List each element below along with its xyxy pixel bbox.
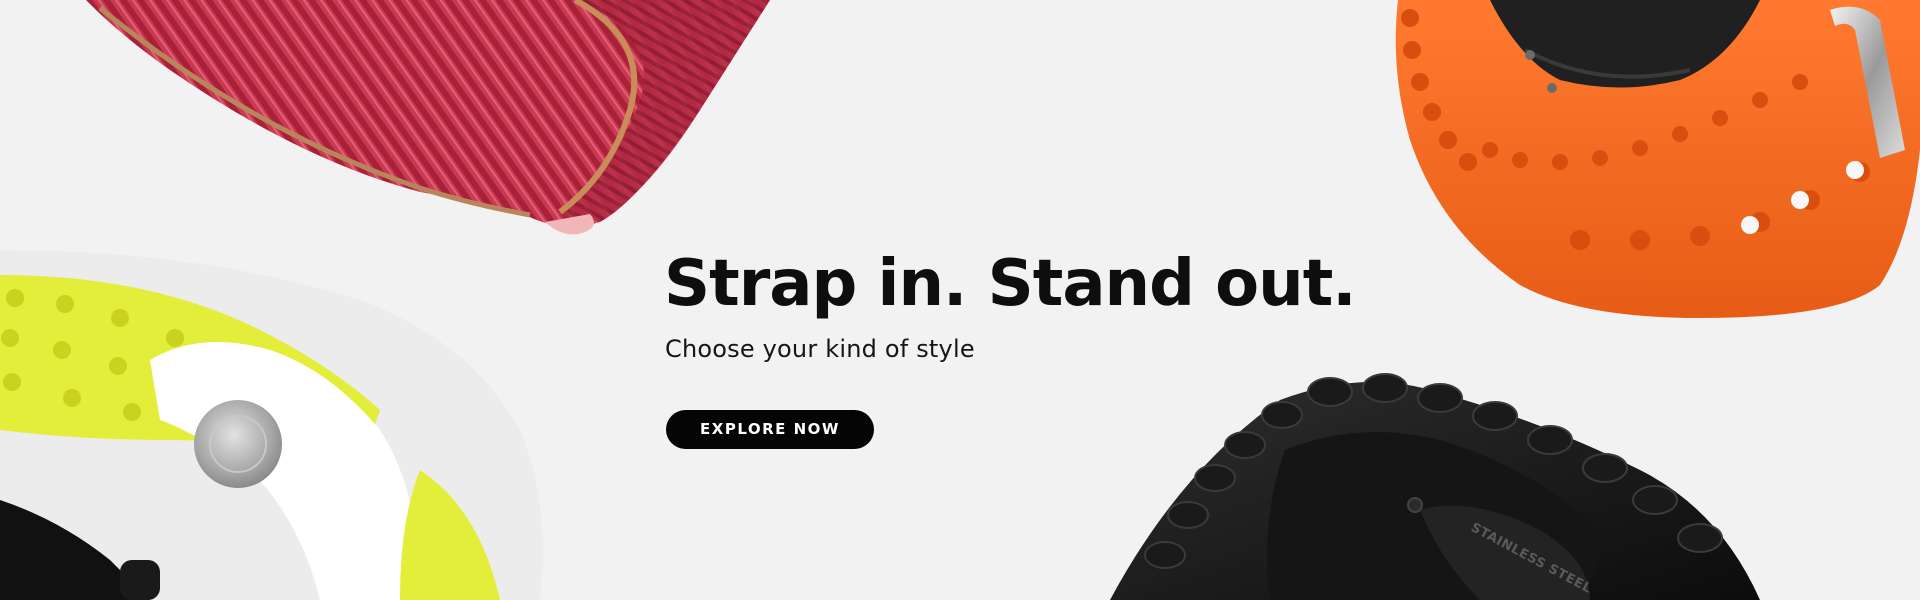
sport-strap-image bbox=[0, 250, 543, 600]
hero-copy: Strap in. Stand out. Choose your kind of… bbox=[664, 244, 1364, 364]
hero-headline: Strap in. Stand out. bbox=[664, 247, 1357, 321]
hero-banner: STAINLESS STEEL Strap in. Stand out. Cho… bbox=[0, 0, 1920, 600]
red-nylon-strap-image bbox=[86, 0, 770, 235]
black-bracelet-image: STAINLESS STEEL bbox=[1110, 373, 1760, 600]
orange-silicone-strap-image bbox=[1395, 0, 1920, 318]
explore-now-button[interactable]: EXPLORE NOW bbox=[666, 410, 874, 449]
hero-subheadline: Choose your kind of style bbox=[665, 335, 975, 363]
